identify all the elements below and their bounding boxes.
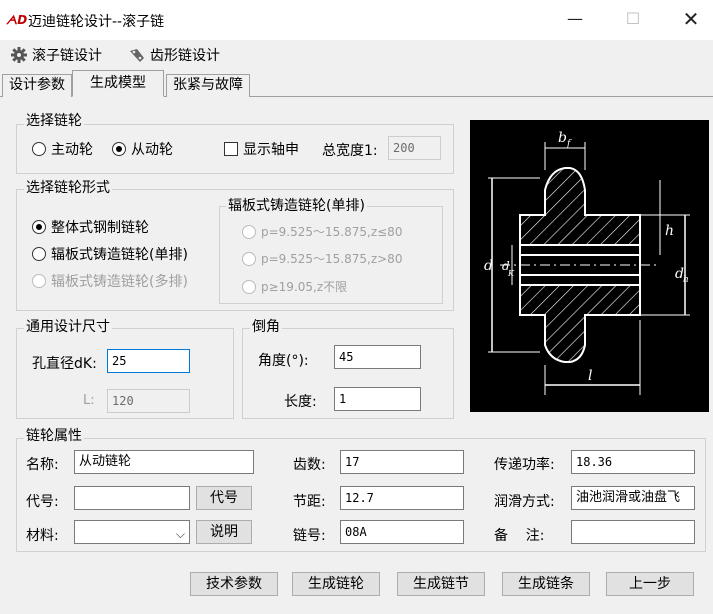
web-cast-sub-title: 辐板式铸造链轮(单排)	[226, 198, 367, 214]
sub-option-3-radio[interactable]: p≥19.05,z不限	[242, 278, 347, 295]
close-button[interactable]: ✕	[676, 8, 706, 30]
select-sprocket-title: 选择链轮	[24, 113, 84, 129]
length-input[interactable]: 1	[334, 387, 421, 411]
material-label: 材料:	[26, 528, 59, 544]
explain-button[interactable]: 说明	[196, 520, 252, 544]
sprocket-diagram: b f d d K h d h l	[470, 120, 709, 412]
length-label: 长度:	[284, 394, 317, 410]
driven-label: 从动轮	[131, 142, 173, 158]
radio-icon	[242, 251, 256, 266]
integral-steel-label: 整体式钢制链轮	[51, 220, 149, 236]
driving-label: 主动轮	[51, 142, 93, 158]
l-dim-label: l	[588, 368, 592, 384]
pitch-label: 节距:	[293, 494, 326, 510]
tooth-chain-label: 齿形链设计	[150, 48, 220, 64]
sub-option-3-label: p≥19.05,z不限	[261, 280, 348, 294]
previous-step-button[interactable]: 上一步	[606, 572, 694, 596]
sprocket-section-drawing: b f d d K h d h l	[484, 130, 690, 395]
dh-dim-sub: h	[683, 275, 689, 285]
generate-link-button[interactable]: 生成链节	[397, 572, 485, 596]
gear-icon	[11, 47, 27, 63]
angle-label: 角度(°):	[258, 353, 309, 369]
radio-selected-icon	[32, 220, 46, 234]
remark-input[interactable]	[571, 520, 695, 544]
radio-icon	[32, 274, 46, 288]
web-cast-multi-label: 辐板式铸造链轮(多排)	[51, 274, 188, 290]
driven-radio[interactable]: 从动轮	[112, 139, 173, 159]
bore-diameter-input[interactable]: 25	[107, 349, 190, 373]
name-input[interactable]: 从动链轮	[74, 450, 254, 474]
chain-number-input[interactable]: 08A	[340, 520, 464, 544]
material-select[interactable]: ⌵	[74, 520, 190, 544]
sub-option-1-radio[interactable]: p=9.525～15.875,z≤80	[242, 223, 402, 240]
bore-diameter-label: 孔直径dK:	[32, 356, 97, 372]
remark-label: 备 注:	[494, 528, 545, 544]
chain-icon	[130, 49, 144, 62]
generate-sprocket-button[interactable]: 生成链轮	[292, 572, 380, 596]
angle-input[interactable]: 45	[334, 345, 421, 369]
driving-radio[interactable]: 主动轮	[32, 139, 93, 159]
web-cast-multi-radio[interactable]: 辐板式铸造链轮(多排)	[32, 271, 188, 291]
pitch-input[interactable]: 12.7	[340, 486, 464, 510]
power-label: 传递功率:	[494, 457, 555, 473]
dk-dim-sub: K	[507, 269, 515, 278]
chevron-down-icon: ⌵	[175, 527, 185, 541]
minimize-button[interactable]: —	[560, 8, 590, 30]
tab-generate-model[interactable]: 生成模型	[72, 70, 164, 97]
name-label: 名称:	[26, 457, 59, 473]
show-shaft-checkbox[interactable]: 显示轴申	[224, 139, 299, 159]
tech-params-button[interactable]: 技术参数	[190, 572, 278, 596]
radio-icon	[242, 224, 256, 239]
web-cast-single-label: 辐板式铸造链轮(单排)	[51, 247, 188, 263]
radio-icon	[32, 142, 46, 156]
code-label: 代号:	[26, 494, 59, 510]
general-dims-title: 通用设计尺寸	[24, 319, 112, 335]
teeth-input[interactable]: 17	[340, 450, 464, 474]
total-width-input[interactable]: 200	[388, 136, 441, 160]
tab-tension-fault[interactable]: 张紧与故障	[166, 74, 250, 97]
d-dim-label: d	[484, 258, 493, 274]
radio-icon	[242, 279, 256, 294]
tab-design-params[interactable]: 设计参数	[2, 74, 72, 97]
web-cast-single-radio[interactable]: 辐板式铸造链轮(单排)	[32, 244, 188, 264]
properties-title: 链轮属性	[24, 428, 84, 444]
bf-dim-label: b	[558, 130, 567, 146]
total-width-label: 总宽度1:	[322, 143, 378, 159]
radio-selected-icon	[112, 142, 126, 156]
chain-number-label: 链号:	[293, 528, 326, 544]
chamfer-title: 倒角	[250, 319, 282, 335]
maximize-button[interactable]: ☐	[618, 8, 648, 30]
tooth-chain-design-button[interactable]: 齿形链设计	[128, 45, 220, 65]
show-shaft-label: 显示轴申	[243, 142, 299, 158]
generate-chain-button[interactable]: 生成链条	[502, 572, 590, 596]
sprocket-form-title: 选择链轮形式	[24, 180, 112, 196]
roller-chain-design-button[interactable]: 滚子链设计	[10, 45, 102, 65]
sub-option-2-label: p=9.525～15.875,z>80	[261, 252, 403, 266]
radio-icon	[32, 247, 46, 261]
code-button[interactable]: 代号	[196, 486, 252, 510]
l-label: L:	[83, 393, 95, 408]
power-input[interactable]: 18.36	[571, 450, 695, 474]
sub-option-2-radio[interactable]: p=9.525～15.875,z>80	[242, 250, 402, 267]
toolbar	[0, 40, 713, 70]
roller-chain-label: 滚子链设计	[32, 48, 102, 64]
checkbox-icon	[224, 142, 238, 156]
code-input[interactable]	[74, 486, 190, 510]
app-logo-icon: ᗅD	[6, 13, 28, 27]
l-input[interactable]: 120	[107, 389, 190, 413]
sub-option-1-label: p=9.525～15.875,z≤80	[261, 225, 403, 239]
lubrication-input[interactable]: 油池润滑或油盘飞	[571, 486, 695, 510]
teeth-label: 齿数:	[293, 457, 326, 473]
integral-steel-radio[interactable]: 整体式钢制链轮	[32, 217, 149, 237]
h-dim-label: h	[665, 223, 674, 239]
window-title: 迈迪链轮设计--滚子链	[28, 14, 165, 30]
lubrication-label: 润滑方式:	[494, 494, 555, 510]
